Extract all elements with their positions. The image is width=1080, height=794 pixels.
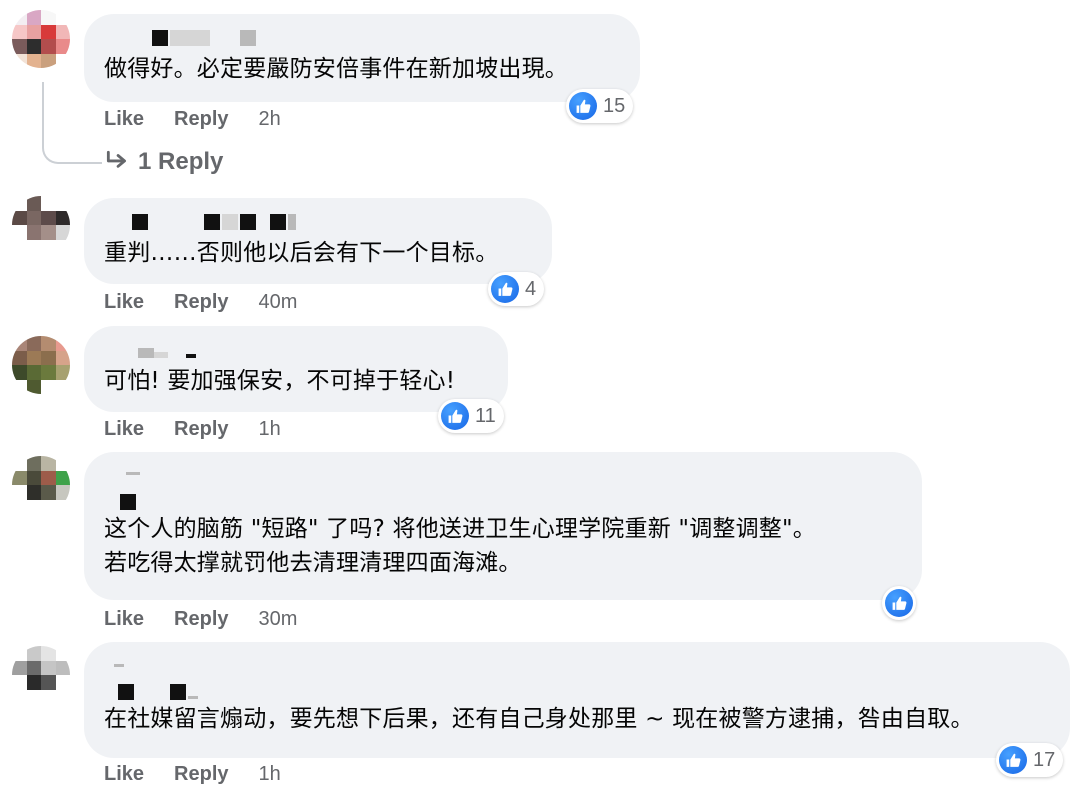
comment-timestamp[interactable]: 30m	[259, 608, 298, 631]
comment-text: 在社媒留言煽动，要先想下后果，还有自己身处那里 ~ 现在被警方逮捕，咎由自取。	[104, 706, 974, 732]
reaction-summary[interactable]: 15	[566, 89, 634, 123]
reaction-count: 17	[1033, 748, 1056, 771]
comment-bubble: 可怕! 要加强保安，不可掉于轻心!	[84, 326, 508, 412]
avatar[interactable]	[12, 336, 70, 394]
reply-button[interactable]: Reply	[174, 291, 228, 314]
commenter-name-redacted[interactable]	[104, 206, 530, 236]
comment-timestamp[interactable]: 1h	[259, 418, 281, 441]
replies-count-label: 1 Reply	[138, 148, 224, 175]
comment-bubble: 做得好。必定要嚴防安倍事件在新加坡出現。	[84, 14, 640, 102]
reaction-summary[interactable]: 4	[488, 272, 545, 306]
reaction-summary[interactable]: 17	[996, 743, 1064, 777]
commenter-name-redacted[interactable]	[104, 460, 900, 512]
comment-bubble: 重判……否则他以后会有下一个目标。	[84, 198, 552, 284]
thumbs-up-icon	[491, 275, 519, 303]
comment-actions: Like Reply 30m	[104, 608, 297, 631]
comment-text-line-1: 这个人的脑筋 "短路" 了吗? 将他送进卫生心理学院重新 "调整调整"。	[104, 516, 816, 542]
comment-timestamp[interactable]: 2h	[259, 108, 281, 131]
reaction-count: 4	[525, 277, 537, 300]
comment-actions: Like Reply 1h	[104, 418, 281, 441]
like-button[interactable]: Like	[104, 108, 144, 131]
like-button[interactable]: Like	[104, 291, 144, 314]
like-button[interactable]: Like	[104, 608, 144, 631]
comment-bubble: 这个人的脑筋 "短路" 了吗? 将他送进卫生心理学院重新 "调整调整"。 若吃得…	[84, 452, 922, 600]
avatar[interactable]	[12, 10, 70, 68]
comment-actions: Like Reply 2h	[104, 108, 281, 131]
avatar[interactable]	[12, 196, 70, 254]
comment-actions: Like Reply 40m	[104, 291, 297, 314]
reply-button[interactable]: Reply	[174, 418, 228, 441]
commenter-name-redacted[interactable]	[104, 650, 1048, 702]
comment-timestamp[interactable]: 40m	[259, 291, 298, 314]
reply-arrow-icon	[106, 150, 126, 168]
reaction-count: 11	[475, 404, 496, 427]
thumbs-up-icon	[441, 402, 469, 430]
comment-text: 做得好。必定要嚴防安倍事件在新加坡出現。	[104, 56, 568, 82]
reaction-summary[interactable]: 11	[438, 399, 504, 433]
thumbs-up-icon	[999, 746, 1027, 774]
comment-timestamp[interactable]: 1h	[259, 763, 281, 786]
comment-text: 可怕! 要加强保安，不可掉于轻心!	[104, 368, 456, 394]
like-button[interactable]: Like	[104, 763, 144, 786]
reaction-count: 15	[603, 94, 626, 117]
reaction-summary[interactable]	[882, 586, 916, 620]
comment-actions: Like Reply 1h	[104, 763, 281, 786]
reply-button[interactable]: Reply	[174, 108, 228, 131]
commenter-name-redacted[interactable]	[104, 334, 486, 364]
comment-bubble: 在社媒留言煽动，要先想下后果，还有自己身处那里 ~ 现在被警方逮捕，咎由自取。	[84, 642, 1070, 758]
commenter-name-redacted[interactable]	[104, 22, 618, 52]
reply-button[interactable]: Reply	[174, 763, 228, 786]
avatar[interactable]	[12, 646, 70, 704]
thumbs-up-icon	[569, 92, 597, 120]
thumbs-up-icon	[885, 589, 913, 617]
comment-text-line-2: 若吃得太撑就罚他去清理清理四面海滩。	[104, 550, 522, 576]
comment-text: 重判……否则他以后会有下一个目标。	[104, 240, 499, 266]
view-replies-link[interactable]: 1 Reply	[104, 148, 223, 176]
reply-button[interactable]: Reply	[174, 608, 228, 631]
like-button[interactable]: Like	[104, 418, 144, 441]
avatar[interactable]	[12, 456, 70, 514]
